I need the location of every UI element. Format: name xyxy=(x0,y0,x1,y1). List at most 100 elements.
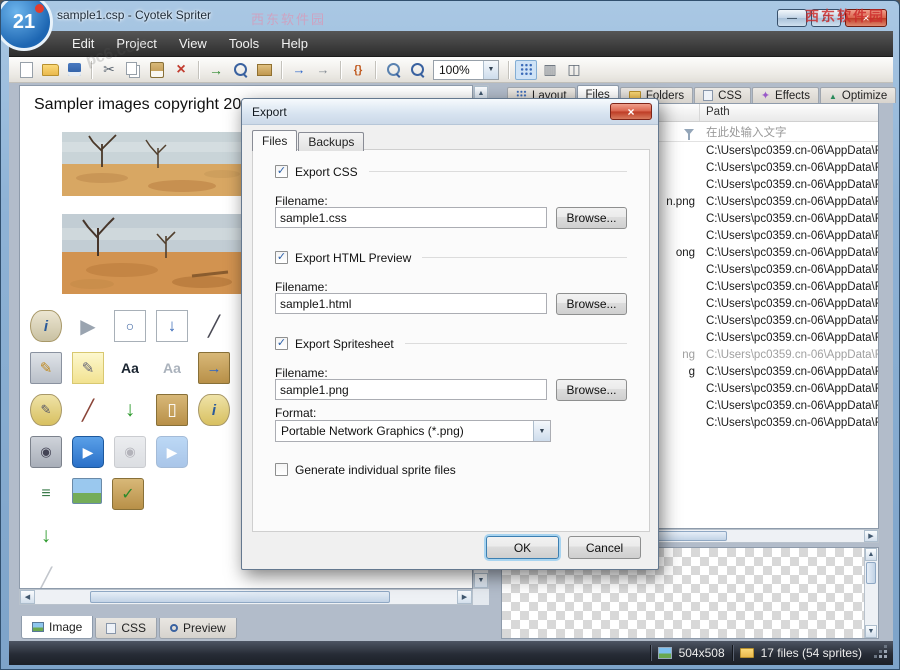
landscape-sprite-1[interactable] xyxy=(62,132,242,196)
package-icon[interactable] xyxy=(253,60,275,80)
horizontal-scroll-thumb[interactable] xyxy=(90,591,390,603)
zoom-doc-sprite[interactable]: ○ xyxy=(114,310,146,342)
open-icon[interactable] xyxy=(39,60,61,80)
play-blue-sprite[interactable]: ▶ xyxy=(72,436,104,468)
chevron-down-icon[interactable]: ▼ xyxy=(533,421,550,441)
cancel-button[interactable]: Cancel xyxy=(568,536,641,559)
db-edit-sprite[interactable]: ✎ xyxy=(30,394,62,426)
export-css-checkbox[interactable]: ✓ xyxy=(275,165,288,178)
tab-label: Preview xyxy=(183,621,226,635)
camera-sprite[interactable]: ◉ xyxy=(30,436,62,468)
toolbar-separator xyxy=(281,61,282,79)
tab-label: Image xyxy=(49,620,82,634)
file-path: C:\Users\pc0359.cn-06\AppData\R xyxy=(700,230,878,242)
tab-optimize[interactable]: Optimize xyxy=(820,87,896,103)
note-edit-sprite[interactable]: ✎ xyxy=(72,352,104,384)
search-icon[interactable] xyxy=(229,60,251,80)
export-html-preview-checkbox[interactable]: ✓ xyxy=(275,251,288,264)
export-icon[interactable]: → xyxy=(205,60,227,80)
paste-sprite[interactable]: ▯ xyxy=(156,394,188,426)
status-size: 504x508 xyxy=(679,646,725,660)
scroll-down-icon[interactable]: ▼ xyxy=(474,573,488,588)
columns-icon[interactable]: ▥ xyxy=(539,60,561,80)
css-icon[interactable]: {} xyxy=(347,60,369,80)
file-path: C:\Users\pc0359.cn-06\AppData\R xyxy=(700,298,878,310)
menu-view[interactable]: View xyxy=(168,31,218,57)
filter-funnel-icon[interactable] xyxy=(684,129,694,135)
copy-icon[interactable] xyxy=(122,60,144,80)
zoom-combobox[interactable]: 100%▼ xyxy=(433,60,499,80)
play-blue-disabled-sprite[interactable]: ▶ xyxy=(156,436,188,468)
ok-button[interactable]: OK xyxy=(486,536,559,559)
file-path: C:\Users\pc0359.cn-06\AppData\R xyxy=(700,281,878,293)
delete-icon[interactable]: × xyxy=(170,60,192,80)
paste-arrow-sprite[interactable]: → xyxy=(198,352,230,384)
tab-preview[interactable]: Preview xyxy=(159,618,237,639)
export-css-filename-input[interactable] xyxy=(275,207,547,228)
printer-edit-sprite[interactable]: ✎ xyxy=(30,352,62,384)
tab-effects[interactable]: Effects xyxy=(752,87,819,103)
scroll-left-icon[interactable]: ◀ xyxy=(20,590,35,604)
panes-icon[interactable]: ◫ xyxy=(563,60,585,80)
camera-disabled-sprite[interactable]: ◉ xyxy=(114,436,146,468)
export-html-preview-filename-input[interactable] xyxy=(275,293,547,314)
preview-vertical-scrollbar[interactable]: ▲ ▼ xyxy=(864,548,878,638)
tab-image[interactable]: Image xyxy=(21,616,93,639)
tab-css[interactable]: CSS xyxy=(95,618,157,639)
filter-input[interactable]: 在此处输入文字 xyxy=(694,124,787,140)
dialog-close-button[interactable]: × xyxy=(610,103,652,120)
save-icon[interactable] xyxy=(63,60,85,80)
minimize-button[interactable]: — xyxy=(777,9,807,27)
paste-icon[interactable] xyxy=(146,60,168,80)
dialog-tab-page: ✓Export CSSFilename:Browse...✓Export HTM… xyxy=(252,149,650,532)
font-sprite[interactable]: Aa xyxy=(114,352,146,384)
generate-individual-checkbox[interactable] xyxy=(275,463,288,476)
document-horizontal-scrollbar[interactable]: ◀ ▶ xyxy=(19,589,473,605)
menu-help[interactable]: Help xyxy=(270,31,319,57)
export-spritesheet-filename-input[interactable] xyxy=(275,379,547,400)
zoom-window-icon[interactable] xyxy=(382,60,404,80)
menu-tools[interactable]: Tools xyxy=(218,31,270,57)
dialog-tabs: FilesBackups xyxy=(252,130,364,151)
forward-icon[interactable]: → xyxy=(312,60,334,80)
arrow-down-green-sprite[interactable]: ↓ xyxy=(30,520,62,552)
path-column-header[interactable]: Path xyxy=(700,104,878,121)
export-spritesheet-section: ✓Export SpritesheetFilename:Browse... xyxy=(275,336,627,406)
new-icon[interactable] xyxy=(15,60,37,80)
dropper-red-sprite[interactable]: ╱ xyxy=(72,394,104,426)
close-icon: × xyxy=(627,105,634,119)
send-icon[interactable]: → xyxy=(288,60,310,80)
scroll-right-icon[interactable]: ▶ xyxy=(864,530,878,542)
dropper-sprite[interactable]: ╱ xyxy=(198,310,230,342)
tree-view-sprite[interactable]: ≡ xyxy=(30,478,62,510)
clipboard-check-sprite[interactable]: ✓ xyxy=(112,478,144,510)
format-combobox[interactable]: Portable Network Graphics (*.png) ▼ xyxy=(275,420,551,442)
arrow-down-sprite[interactable]: ↓ xyxy=(114,394,146,426)
landscape-sprite-2[interactable] xyxy=(62,214,242,294)
font-disabled-sprite[interactable]: Aa xyxy=(156,352,188,384)
db-info-sprite[interactable]: i xyxy=(30,310,62,342)
resize-grip[interactable] xyxy=(875,646,889,660)
scroll-down-icon[interactable]: ▼ xyxy=(865,625,877,638)
dialog-tab-files[interactable]: Files xyxy=(252,130,297,151)
export-spritesheet-checkbox[interactable]: ✓ xyxy=(275,337,288,350)
css-icon xyxy=(106,623,116,634)
save-doc-sprite[interactable]: ↓ xyxy=(156,310,188,342)
export-html-preview-browse-button[interactable]: Browse... xyxy=(556,293,627,315)
magnifier-icon[interactable] xyxy=(406,60,428,80)
tab-css[interactable]: CSS xyxy=(694,87,751,103)
scroll-up-icon[interactable]: ▲ xyxy=(865,548,877,561)
export-css-browse-button[interactable]: Browse... xyxy=(556,207,627,229)
dropper-disabled-sprite[interactable]: ╱ xyxy=(30,562,62,589)
title-bar[interactable]: sample1.csp - Cyotek Spriter — □ × xyxy=(1,1,899,31)
image-sprite[interactable] xyxy=(72,478,102,504)
vertical-scroll-thumb[interactable] xyxy=(866,562,876,584)
export-spritesheet-browse-button[interactable]: Browse... xyxy=(556,379,627,401)
chevron-down-icon[interactable]: ▼ xyxy=(483,61,498,79)
play-sprite[interactable]: ▶ xyxy=(72,310,104,342)
dialog-tab-backups[interactable]: Backups xyxy=(298,132,364,151)
dialog-title-bar[interactable]: Export × xyxy=(242,99,658,125)
db-info-yellow-sprite[interactable]: i xyxy=(198,394,230,426)
grid-icon[interactable] xyxy=(515,60,537,80)
scroll-right-icon[interactable]: ▶ xyxy=(457,590,472,604)
